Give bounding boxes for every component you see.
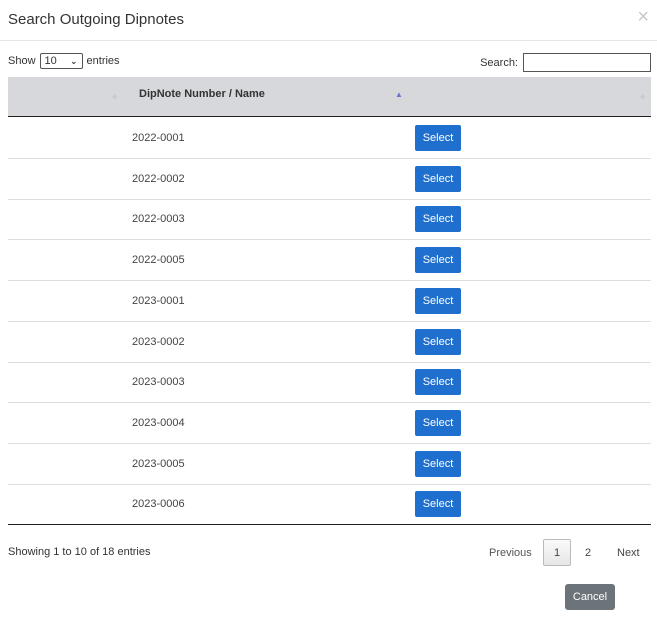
dipnote-number: 2023-0001 (132, 295, 185, 307)
entries-select-value: 10 (44, 55, 57, 67)
dipnote-number: 2023-0004 (132, 417, 185, 429)
search-label: Search: (480, 56, 518, 69)
table-row: 2023-0001 Select (8, 281, 651, 322)
column-header-dipnote[interactable]: DipNote Number / Name (139, 88, 265, 100)
cancel-button[interactable]: Cancel (565, 584, 615, 610)
select-button[interactable]: Select (415, 166, 461, 192)
table-row: 2022-0002 Select (8, 159, 651, 200)
dipnote-number: 2022-0003 (132, 213, 185, 225)
table-row: 2023-0003 Select (8, 362, 651, 403)
entries-select[interactable]: 10 ⌄ (39, 53, 83, 69)
table-info: Showing 1 to 10 of 18 entries (8, 546, 151, 558)
select-button[interactable]: Select (415, 410, 461, 436)
modal-header: Search Outgoing Dipnotes × (0, 0, 657, 41)
select-button[interactable]: Select (415, 329, 461, 355)
select-button[interactable]: Select (415, 206, 461, 232)
entries-length-control: Show 10 ⌄ entries (8, 53, 120, 69)
dipnote-number: 2022-0001 (132, 132, 185, 144)
table-row: 2023-0005 Select (8, 444, 651, 485)
sort-indicator-icon[interactable]: ⬥ (640, 92, 646, 102)
dipnote-number: 2023-0005 (132, 458, 185, 470)
chevron-down-icon: ⌄ (69, 55, 78, 66)
modal-title: Search Outgoing Dipnotes (8, 11, 184, 28)
select-button[interactable]: Select (415, 288, 461, 314)
pagination-page-2[interactable]: 2 (585, 547, 591, 559)
dipnote-number: 2022-0002 (132, 173, 185, 185)
select-button[interactable]: Select (415, 451, 461, 477)
select-button[interactable]: Select (415, 125, 461, 151)
sort-ascending-icon[interactable]: ▲ (395, 90, 403, 99)
dipnote-number: 2023-0002 (132, 336, 185, 348)
show-label: Show (8, 55, 36, 67)
table-row: 2022-0001 Select (8, 118, 651, 159)
table-row: 2023-0004 Select (8, 403, 651, 444)
table-row: 2022-0003 Select (8, 199, 651, 240)
pagination-page-1[interactable]: 1 (543, 539, 571, 566)
table-row: 2023-0006 Select (8, 484, 651, 525)
table-header: ⬥ DipNote Number / Name ▲ ⬥ (8, 77, 651, 117)
dipnote-number: 2023-0003 (132, 376, 185, 388)
select-button[interactable]: Select (415, 369, 461, 395)
dipnote-number: 2022-0005 (132, 254, 185, 266)
entries-label: entries (86, 55, 120, 67)
select-button[interactable]: Select (415, 491, 461, 517)
pagination-next[interactable]: Next (617, 547, 640, 559)
close-icon[interactable]: × (637, 7, 649, 27)
table-row: 2023-0002 Select (8, 322, 651, 363)
search-input[interactable] (523, 53, 651, 72)
pagination-previous[interactable]: Previous (489, 547, 532, 559)
table-row: 2022-0005 Select (8, 240, 651, 281)
sort-indicator-icon[interactable]: ⬥ (112, 92, 118, 102)
select-button[interactable]: Select (415, 247, 461, 273)
search-control: Search: (480, 53, 651, 72)
dipnote-number: 2023-0006 (132, 498, 185, 510)
